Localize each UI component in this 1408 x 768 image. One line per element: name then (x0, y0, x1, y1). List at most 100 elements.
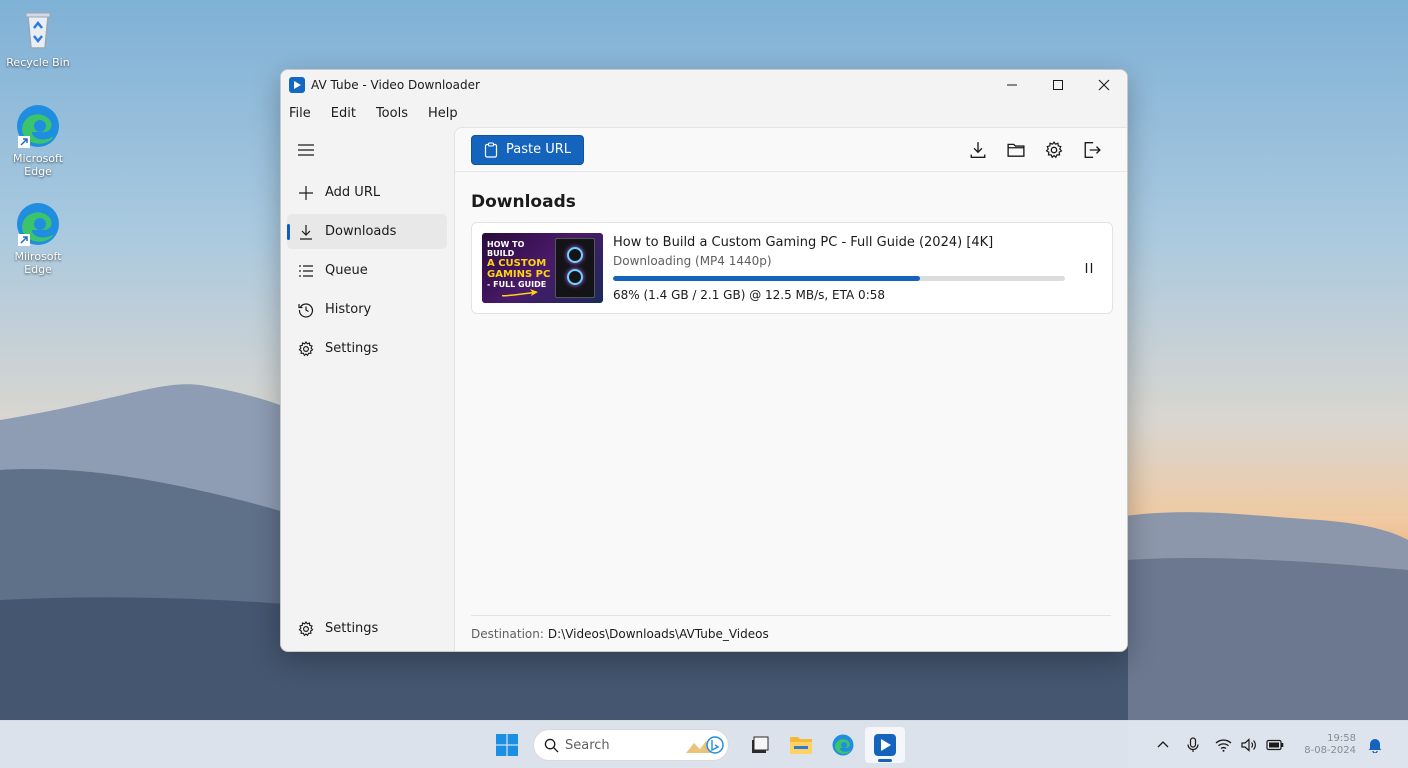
sidebar-item-label: Add URL (325, 185, 381, 200)
paste-url-button[interactable]: Paste URL (471, 134, 585, 165)
gear-icon (297, 620, 315, 638)
battery-icon (1266, 739, 1284, 751)
windows-logo-icon (496, 734, 518, 756)
toolbar: Paste URL (455, 128, 1127, 172)
menu-edit[interactable]: Edit (331, 106, 356, 121)
app-logo-icon (289, 76, 305, 93)
file-explorer-button[interactable] (781, 727, 821, 763)
desktop-icon-label: Microsoft Edge (12, 152, 64, 178)
minimize-button[interactable] (989, 70, 1035, 99)
gaming-pc-image (555, 238, 595, 298)
sidebar: Add URL Downloads Queue History Settings… (281, 127, 454, 651)
task-view-icon (752, 736, 769, 753)
download-icon (297, 223, 315, 241)
destination-label: Destination: (471, 626, 544, 641)
toolbar-download-button[interactable] (959, 135, 997, 165)
destination-path[interactable]: D:\Videos\Downloads\AVTube_Videos (548, 627, 769, 641)
taskbar-apps: Search (487, 727, 907, 763)
desktop-icon-recycle-bin[interactable]: Recycle Bin (0, 6, 76, 69)
start-button[interactable] (487, 727, 527, 763)
thumbnail-text: - FULL GUIDE (487, 280, 547, 289)
list-icon (297, 262, 315, 280)
sidebar-footer: Settings (287, 611, 447, 646)
downloads-heading: Downloads (471, 192, 576, 212)
sidebar-item-label: Settings (325, 621, 379, 636)
desktop-icon-edge-2[interactable]: Miirosoft Edge (0, 200, 76, 276)
bing-icon (686, 736, 724, 754)
edge-icon (17, 105, 59, 148)
title-bar[interactable]: AV Tube - Video Downloader (281, 70, 1127, 99)
download-status: Downloading (MP4 1440p) (613, 254, 772, 268)
download-progress-fill (613, 276, 921, 281)
chevron-up-icon (1157, 741, 1169, 748)
sidebar-item-label: Settings (325, 341, 379, 356)
gear-icon (297, 340, 315, 358)
taskbar-search-label: Search (565, 737, 610, 753)
battery-button[interactable] (1262, 733, 1288, 757)
notifications-button[interactable] (1362, 733, 1388, 757)
menu-help[interactable]: Help (428, 106, 458, 121)
menu-file[interactable]: File (289, 106, 311, 121)
edge-taskbar-button[interactable] (823, 727, 863, 763)
sidebar-item-settings-bottom[interactable]: Settings (287, 611, 447, 646)
volume-icon (1240, 738, 1256, 752)
recycle-bin-icon (25, 12, 51, 49)
sign-out-icon (1084, 141, 1101, 158)
edge-icon (832, 734, 854, 756)
thumbnail-text: HOW TO BUILD (487, 240, 525, 258)
toolbar-exit-button[interactable] (1073, 135, 1111, 165)
download-icon (970, 141, 986, 158)
minimize-icon (1007, 84, 1017, 85)
av-tube-icon (874, 734, 896, 756)
search-icon (544, 738, 559, 753)
main-content: Paste URL Downloads HOW TO BUILD A CUSTO… (454, 127, 1127, 651)
wifi-icon (1215, 739, 1231, 752)
sidebar-item-label: Queue (325, 263, 368, 278)
folder-icon (790, 737, 812, 754)
sidebar-item-label: Downloads (325, 224, 397, 239)
volume-button[interactable] (1236, 733, 1262, 757)
sidebar-item-settings[interactable]: Settings (287, 331, 447, 366)
download-progress-bar (613, 276, 1065, 281)
window-title: AV Tube - Video Downloader (311, 77, 480, 92)
task-view-button[interactable] (739, 727, 779, 763)
hamburger-menu-button[interactable] (286, 135, 326, 165)
close-button[interactable] (1081, 70, 1127, 99)
taskbar: Search 19:58 8-08-2024 (0, 720, 1408, 768)
wifi-button[interactable] (1210, 733, 1236, 757)
desktop-icon-edge[interactable]: Microsoft Edge (0, 102, 76, 178)
pause-button[interactable] (1076, 255, 1102, 281)
gear-icon (1045, 140, 1063, 158)
taskbar-search-box[interactable]: Search (533, 729, 729, 761)
sidebar-item-downloads[interactable]: Downloads (287, 214, 447, 249)
app-window: AV Tube - Video Downloader File Edit Too… (280, 69, 1128, 652)
sidebar-item-queue[interactable]: Queue (287, 253, 447, 288)
video-thumbnail: HOW TO BUILD A CUSTOM GAMINS PC - FULL G… (482, 233, 603, 303)
arrow-icon (502, 289, 538, 297)
thumbnail-text: A CUSTOM (487, 258, 547, 269)
download-item[interactable]: HOW TO BUILD A CUSTOM GAMINS PC - FULL G… (471, 222, 1113, 314)
toolbar-open-folder-button[interactable] (997, 135, 1035, 165)
tray-overflow-button[interactable] (1150, 733, 1176, 757)
download-title: How to Build a Custom Gaming PC - Full G… (613, 235, 994, 250)
hamburger-icon (298, 144, 314, 156)
maximize-button[interactable] (1035, 70, 1081, 99)
destination-bar: Destination: D:\Videos\Downloads\AVTube_… (471, 615, 1111, 651)
toolbar-settings-button[interactable] (1035, 135, 1073, 165)
sidebar-item-add-url[interactable]: Add URL (287, 175, 447, 210)
clipboard-icon (482, 141, 500, 159)
sidebar-item-label: History (325, 302, 372, 317)
close-icon (1098, 79, 1110, 90)
menu-tools[interactable]: Tools (376, 106, 408, 121)
menu-bar: File Edit Tools Help (281, 99, 1127, 127)
thumbnail-text: GAMINS PC (487, 269, 551, 280)
taskbar-clock[interactable]: 19:58 8-08-2024 (1294, 733, 1356, 757)
window-body: Add URL Downloads Queue History Settings… (281, 127, 1127, 651)
desktop-icon-label: Recycle Bin (6, 56, 70, 69)
sidebar-item-history[interactable]: History (287, 292, 447, 327)
edge-icon (17, 203, 59, 246)
desktop-icon-label: Miirosoft Edge (14, 250, 62, 276)
history-icon (297, 301, 315, 319)
av-tube-taskbar-button[interactable] (865, 727, 905, 763)
microphone-button[interactable] (1180, 733, 1206, 757)
